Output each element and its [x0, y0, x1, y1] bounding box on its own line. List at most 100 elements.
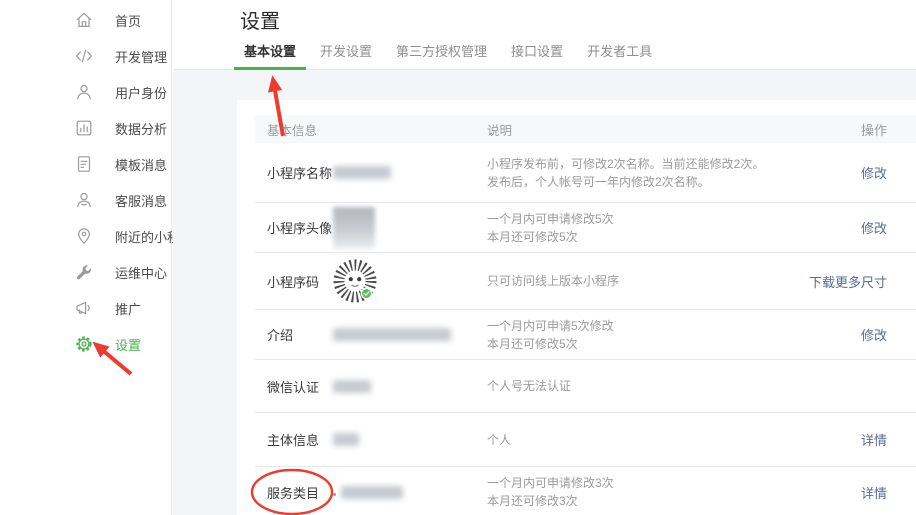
row-value: [333, 380, 371, 393]
sidebar-item-template[interactable]: 模板消息: [0, 146, 171, 182]
code-icon: [74, 46, 94, 66]
action-link[interactable]: 修改: [861, 221, 887, 236]
tab-bar: 基本设置开发设置第三方授权管理接口设置开发者工具: [234, 39, 666, 70]
description-line: 一个月内可申请5次修改: [487, 317, 777, 335]
row-description: 个人: [487, 431, 777, 449]
chart-icon: [74, 118, 94, 138]
location-icon: [74, 226, 94, 246]
tab-devset[interactable]: 开发设置: [310, 39, 382, 70]
description-line: 本月还可修改5次: [487, 335, 777, 353]
row-action: 详情: [777, 483, 887, 502]
table-row: 服务类目 一个月内可申请修改3次本月还可修改3次 详情: [255, 467, 916, 515]
tab-tools[interactable]: 开发者工具: [577, 39, 662, 70]
row-action: 修改: [777, 218, 887, 237]
row-label: 小程序码: [267, 272, 333, 291]
blurred-value: [333, 433, 359, 446]
sidebar-item-label: 用户身份: [115, 83, 167, 102]
row-action: 详情: [777, 430, 887, 449]
tab-basic[interactable]: 基本设置: [234, 39, 306, 70]
text-dot: [333, 493, 336, 496]
row-description: 个人号无法认证: [487, 377, 777, 395]
page-title: 设置: [240, 5, 280, 34]
description-line: 一个月内可申请修改5次: [487, 210, 777, 228]
col-header-action: 操作: [777, 120, 887, 139]
blurred-value: [333, 380, 371, 393]
tab-api[interactable]: 接口设置: [501, 39, 573, 70]
sidebar-item-data[interactable]: 数据分析: [0, 110, 171, 146]
row-label: 小程序头像: [267, 218, 333, 237]
wechat-miniprogram-console: 首页 开发管理 用户身份 数据分析 模板消息 客服消息 附近的小程序 运维中心 …: [0, 0, 916, 515]
sidebar-item-user[interactable]: 用户身份: [0, 74, 171, 110]
page-header: 设置 基本设置开发设置第三方授权管理接口设置开发者工具: [173, 0, 916, 70]
blurred-value: [341, 486, 403, 499]
sidebar-item-label: 客服消息: [115, 191, 167, 210]
action-link[interactable]: 下载更多尺寸: [809, 275, 887, 290]
sidebar-item-label: 模板消息: [115, 155, 167, 174]
sidebar-item-dev[interactable]: 开发管理: [0, 38, 171, 74]
table-row: 小程序头像 一个月内可申请修改5次本月还可修改5次 修改: [255, 203, 916, 253]
row-description: 只可访问线上版本小程序: [487, 272, 777, 290]
row-value: [333, 486, 403, 499]
row-value: [333, 433, 359, 446]
row-description: 一个月内可申请修改5次本月还可修改5次: [487, 210, 777, 246]
service-icon: [74, 190, 94, 210]
description-line: 个人: [487, 431, 777, 449]
sidebar-item-service[interactable]: 客服消息: [0, 182, 171, 218]
sidebar-item-label: 运维中心: [115, 263, 167, 282]
main-area: 设置 基本设置开发设置第三方授权管理接口设置开发者工具 基本信息 说明 操作 小…: [173, 0, 916, 515]
row-label: 服务类目: [267, 483, 333, 502]
description-line: 本月还可修改3次: [487, 492, 777, 510]
sidebar-nav: 首页 开发管理 用户身份 数据分析 模板消息 客服消息 附近的小程序 运维中心 …: [0, 0, 172, 515]
description-line: 只可访问线上版本小程序: [487, 272, 777, 290]
description-line: 小程序发布前，可修改2次名称。当前还能修改2次。: [487, 155, 777, 173]
description-line: 发布后，个人帐号可一年内修改2次名称。: [487, 173, 777, 191]
wrench-icon: [74, 262, 94, 282]
table-row: 介绍 一个月内可申请5次修改本月还可修改5次 修改: [255, 310, 916, 360]
table-header-row: 基本信息 说明 操作: [255, 115, 916, 143]
tab-third[interactable]: 第三方授权管理: [386, 39, 497, 70]
col-header-info: 基本信息: [267, 120, 487, 139]
table-row: 主体信息 个人 详情: [255, 413, 916, 467]
user-icon: [74, 82, 94, 102]
blurred-value: [333, 328, 451, 341]
sidebar-item-settings[interactable]: 设置: [0, 326, 171, 362]
table-row: 小程序码 只可访问线上版本小程序 下载更多尺寸: [255, 253, 916, 310]
col-header-desc: 说明: [487, 120, 777, 139]
sidebar-item-ops[interactable]: 运维中心: [0, 254, 171, 290]
row-label: 主体信息: [267, 430, 333, 449]
blurred-value: [333, 166, 391, 179]
sidebar-item-promo[interactable]: 推广: [0, 290, 171, 326]
row-action: 下载更多尺寸: [777, 272, 887, 291]
row-value: [333, 259, 377, 303]
description-line: 一个月内可申请修改3次: [487, 474, 777, 492]
sidebar-item-label: 首页: [115, 11, 141, 30]
row-value: [333, 207, 375, 249]
row-value: [333, 328, 451, 341]
sidebar-item-label: 设置: [115, 335, 141, 354]
description-line: 本月还可修改5次: [487, 228, 777, 246]
action-link[interactable]: 详情: [861, 433, 887, 448]
sidebar-item-home[interactable]: 首页: [0, 2, 171, 38]
row-label: 介绍: [267, 325, 333, 344]
table-body: 小程序名称 小程序发布前，可修改2次名称。当前还能修改2次。发布后，个人帐号可一…: [255, 143, 916, 515]
template-icon: [74, 154, 94, 174]
row-description: 一个月内可申请5次修改本月还可修改5次: [487, 317, 777, 353]
table-row: 小程序名称 小程序发布前，可修改2次名称。当前还能修改2次。发布后，个人帐号可一…: [255, 143, 916, 203]
row-value: [333, 166, 391, 179]
table-row: 微信认证 个人号无法认证: [255, 360, 916, 413]
action-link[interactable]: 详情: [861, 486, 887, 501]
settings-card: 基本信息 说明 操作 小程序名称 小程序发布前，可修改2次名称。当前还能修改2次…: [237, 100, 916, 515]
action-link[interactable]: 修改: [861, 328, 887, 343]
row-label: 小程序名称: [267, 163, 333, 182]
home-icon: [74, 10, 94, 30]
megaphone-icon: [74, 298, 94, 318]
blurred-avatar-image: [333, 207, 375, 249]
row-label: 微信认证: [267, 377, 333, 396]
sidebar-item-nearby[interactable]: 附近的小程序: [0, 218, 171, 254]
row-action: 修改: [777, 325, 887, 344]
action-link[interactable]: 修改: [861, 166, 887, 181]
row-action: 修改: [777, 163, 887, 182]
mini-program-code-image: [333, 259, 377, 303]
gear-icon: [74, 334, 94, 354]
sidebar-item-label: 开发管理: [115, 47, 167, 66]
